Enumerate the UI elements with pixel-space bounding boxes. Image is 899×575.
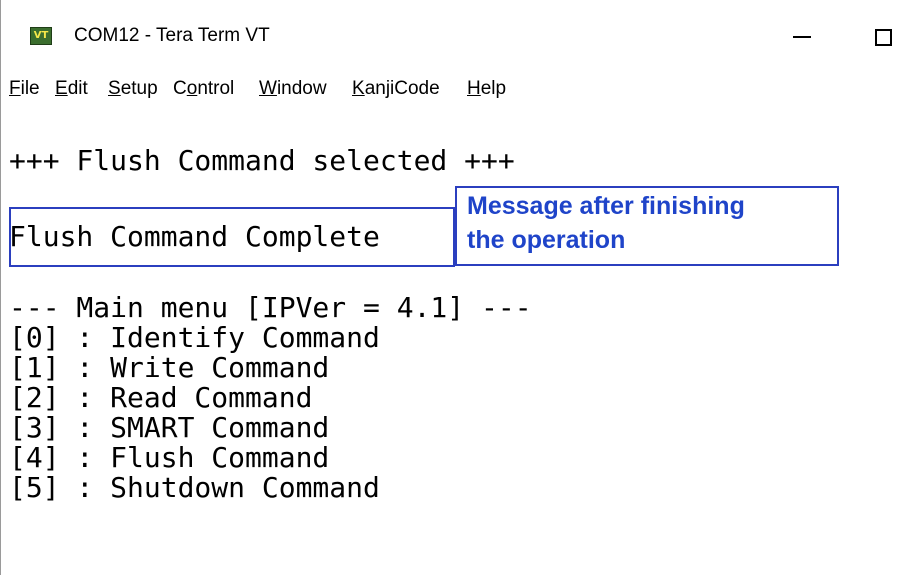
terminal-menu-item: [2] : Read Command xyxy=(9,381,313,414)
terminal-menu-item: [3] : SMART Command xyxy=(9,411,330,444)
menu-bar: File Edit Setup Control Window KanjiCode… xyxy=(1,70,899,106)
terminal-menu-item: [1] : Write Command xyxy=(9,351,330,384)
terminal-line-menu-header: --- Main menu [IPVer = 4.1] --- xyxy=(9,291,532,324)
maximize-button[interactable] xyxy=(865,18,899,54)
menu-file[interactable]: File xyxy=(9,76,40,102)
minimize-icon xyxy=(793,36,811,38)
terminal-menu-item: [4] : Flush Command xyxy=(9,441,330,474)
terminal-line-selected: +++ Flush Command selected +++ xyxy=(9,144,515,177)
title-bar[interactable]: VT COM12 - Tera Term VT xyxy=(1,0,899,68)
maximize-icon xyxy=(875,29,892,46)
terminal-menu-item: [5] : Shutdown Command xyxy=(9,471,380,504)
menu-kanjicode[interactable]: KanjiCode xyxy=(352,76,440,102)
menu-edit[interactable]: Edit xyxy=(55,76,88,102)
window-title: COM12 - Tera Term VT xyxy=(74,25,270,46)
callout-text-line-1: Message after finishing xyxy=(467,192,745,220)
callout-text-line-2: the operation xyxy=(467,226,626,254)
menu-control[interactable]: Control xyxy=(173,76,234,102)
menu-help[interactable]: Help xyxy=(467,76,506,102)
menu-setup[interactable]: Setup xyxy=(108,76,158,102)
tera-term-window: VT COM12 - Tera Term VT File Edit Setup … xyxy=(0,0,899,575)
minimize-button[interactable] xyxy=(779,18,825,54)
annotation-callout: Message after finishing the operation xyxy=(455,186,839,266)
terminal-menu-item: [0] : Identify Command xyxy=(9,321,380,354)
tera-term-vt-icon[interactable]: VT xyxy=(30,27,52,45)
highlight-box xyxy=(9,207,455,267)
menu-window[interactable]: Window xyxy=(259,76,327,102)
